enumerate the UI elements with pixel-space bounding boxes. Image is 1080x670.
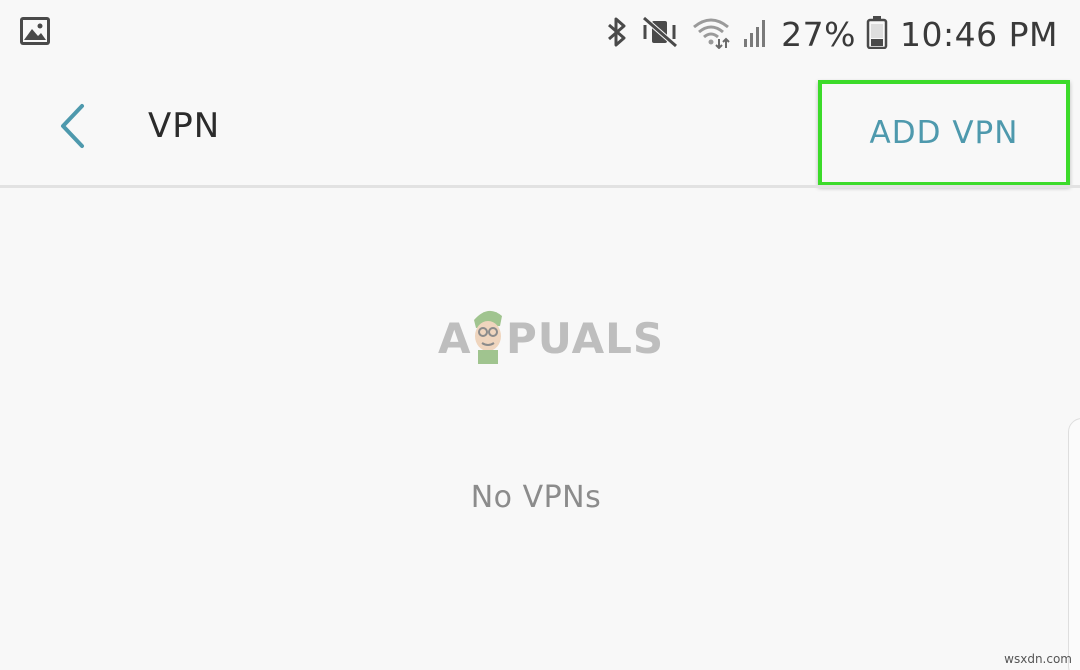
watermark-mascot-icon xyxy=(468,306,508,370)
vibrate-mute-icon xyxy=(641,15,679,53)
cell-signal-icon xyxy=(743,15,769,53)
status-bar: 27% 10:46 PM xyxy=(0,0,1080,68)
add-vpn-label: ADD VPN xyxy=(869,115,1019,151)
vpn-settings-screen: 27% 10:46 PM VPN ADD VPN A PUALS No VPNs… xyxy=(0,0,1080,670)
empty-state-message: No VPNs xyxy=(470,480,602,515)
site-watermark: wsxdn.com xyxy=(1004,652,1072,666)
appuals-watermark: A PUALS xyxy=(438,306,663,370)
status-icons: 27% 10:46 PM xyxy=(605,10,1058,58)
page-title: VPN xyxy=(148,106,221,146)
bluetooth-icon xyxy=(605,15,629,53)
add-vpn-button[interactable]: ADD VPN xyxy=(818,80,1070,186)
watermark-text-right: PUALS xyxy=(506,314,665,363)
gallery-notification-icon xyxy=(19,16,51,46)
watermark-text-left: A xyxy=(438,314,472,363)
chevron-left-icon xyxy=(57,103,87,153)
back-button[interactable] xyxy=(44,96,100,160)
battery-icon xyxy=(866,15,888,53)
toolbar-divider xyxy=(0,185,1080,188)
clock: 10:46 PM xyxy=(900,14,1058,54)
wifi-icon xyxy=(691,15,731,53)
edge-panel-handle[interactable] xyxy=(1068,418,1080,670)
battery-percent: 27% xyxy=(781,14,857,54)
app-toolbar: VPN ADD VPN xyxy=(0,68,1080,186)
